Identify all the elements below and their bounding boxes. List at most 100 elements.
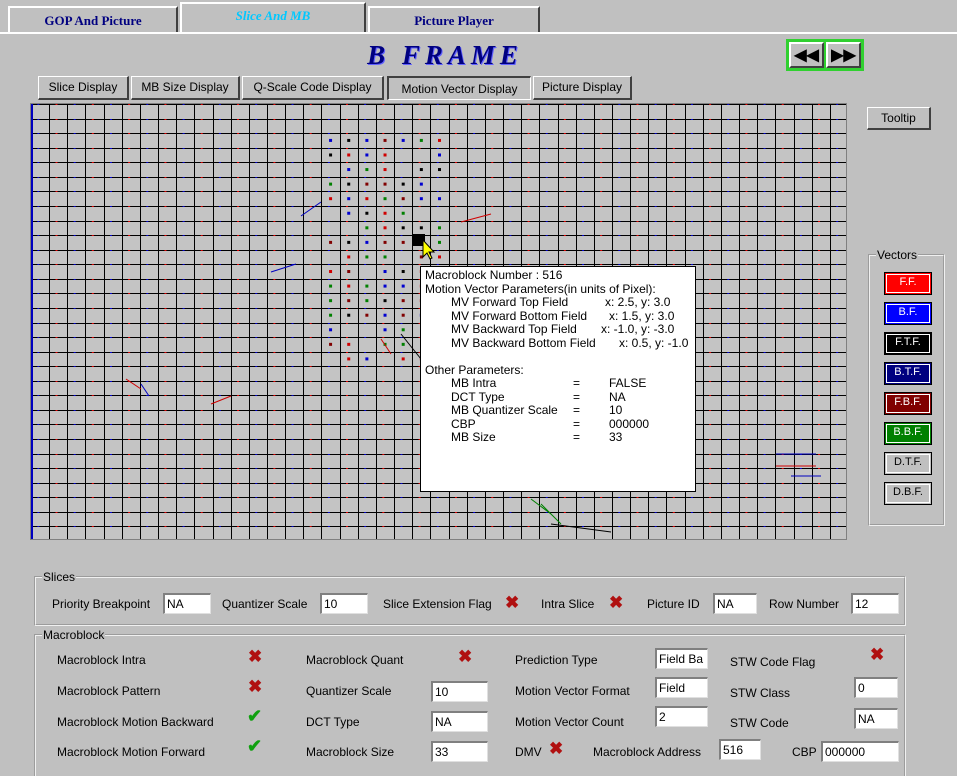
tab-slice-and-mb[interactable]: Slice And MB [180,2,366,32]
tooltip-param-value: FALSE [609,376,647,390]
mv-point [347,299,351,303]
stw-code-field[interactable]: NA [854,708,898,729]
dct-type-field[interactable]: NA [431,711,488,732]
mv-point [438,197,441,201]
mv-point [365,153,369,157]
slice-quantizer-scale-field[interactable]: 10 [320,593,368,614]
macroblock-address-field[interactable]: 516 [719,739,761,760]
dmv-cross-icon: ✖ [549,739,564,758]
mv-point [329,313,333,317]
forward-button[interactable]: ▶▶ [826,42,861,68]
mv-point [329,270,333,274]
mv-point [383,255,387,259]
mv-point [383,328,387,332]
mv-point [365,299,369,303]
tooltip-param-value: 000000 [609,416,650,431]
vectors-legend: Vectors [877,248,918,262]
row-number-field[interactable]: 12 [851,593,899,614]
tooltip-param-eq: = [573,376,581,390]
mv-point [401,284,405,288]
mv-point [365,138,369,142]
vector-type-button[interactable]: D.T.F. [884,452,932,475]
macroblock-motion-forward-check-icon: ✔ [247,736,263,756]
cbp-field[interactable]: 000000 [821,741,899,762]
vector-type-button[interactable]: F.T.F. [884,332,932,355]
mv-count-field[interactable]: 2 [655,706,708,727]
slice-quantizer-scale-label: Quantizer Scale [222,597,308,611]
tooltip-param-name: DCT Type [451,389,505,404]
mv-point [383,299,387,303]
mv-point [401,182,405,186]
tooltip-param-eq: = [573,430,581,444]
mv-point [419,226,423,230]
mv-point [401,240,405,244]
vector-type-button[interactable]: B.B.F. [884,422,932,445]
slice-display-button[interactable]: Slice Display [38,76,129,100]
motion-vector [460,213,492,223]
mv-point [383,182,387,186]
mv-format-field[interactable]: Field [655,677,708,698]
tab-divider [0,32,957,34]
motion-vector-display-button[interactable]: Motion Vector Display [387,76,531,100]
macroblock-legend: Macroblock [43,628,105,642]
macroblock-intra-label: Macroblock Intra [57,653,146,667]
mv-point [438,168,441,172]
mv-point [329,240,333,244]
rewind-button[interactable]: ◀◀ [789,42,824,68]
picture-id-field[interactable]: NA [713,593,757,614]
mv-point [401,197,405,201]
tab-gop-and-picture[interactable]: GOP And Picture [8,6,178,32]
tooltip-mb-number: Macroblock Number : 516 [425,268,563,282]
macroblock-address-label: Macroblock Address [593,745,702,759]
mv-point [347,342,351,346]
priority-breakpoint-field[interactable]: NA [163,593,211,614]
vector-type-button[interactable]: F.B.F. [884,392,932,415]
priority-breakpoint-label: Priority Breakpoint [52,597,151,611]
mv-point [347,138,351,142]
tooltip-button[interactable]: Tooltip [867,107,931,130]
macroblock-motion-backward-label: Macroblock Motion Backward [57,715,214,729]
mv-point [419,197,423,201]
mb-size-display-button[interactable]: MB Size Display [131,76,240,100]
mv-point [347,182,351,186]
stw-class-field[interactable]: 0 [854,677,898,698]
vector-type-button[interactable]: D.B.F. [884,482,932,505]
prediction-type-label: Prediction Type [515,653,598,667]
tooltip-param-value: 10 [609,403,623,417]
macroblock-size-label: Macroblock Size [306,745,395,759]
mv-point [329,342,333,346]
stw-code-label: STW Code [730,716,789,730]
q-scale-code-display-button[interactable]: Q-Scale Code Display [242,76,384,100]
mv-point [383,270,387,274]
vector-type-button[interactable]: F.F. [884,272,932,295]
prediction-type-field[interactable]: Field Ba [655,648,708,669]
tooltip-mv-value: x: 1.5, y: 3.0 [609,308,675,323]
mv-point [365,182,369,186]
mb-quantizer-scale-field[interactable]: 10 [431,681,488,702]
tooltip-param-name: MB Intra [451,376,497,390]
picture-display-button[interactable]: Picture Display [533,76,632,100]
tab-picture-player[interactable]: Picture Player [368,6,540,32]
tooltip-param-value: 33 [609,430,623,444]
mv-point [347,313,351,317]
tooltip-mv-value: x: -1.0, y: -3.0 [601,322,675,336]
motion-vector [550,523,612,533]
mv-point [383,211,387,215]
mv-point [365,197,369,201]
mb-quantizer-scale-label: Quantizer Scale [306,684,392,698]
mv-point [329,197,333,201]
macroblock-motion-forward-label: Macroblock Motion Forward [57,745,206,759]
vector-type-button[interactable]: B.T.F. [884,362,932,385]
mv-point [438,255,441,259]
macroblock-intra-cross-icon: ✖ [248,647,263,666]
mv-point [401,357,405,361]
vector-type-button[interactable]: B.F. [884,302,932,325]
macroblock-pattern-label: Macroblock Pattern [57,684,161,698]
mv-point [329,284,333,288]
tooltip-param-eq: = [573,416,581,431]
macroblock-size-field[interactable]: 33 [431,741,488,762]
macroblock-quant-cross-icon: ✖ [458,647,473,666]
rewind-icon: ◀◀ [794,47,819,64]
motion-vector [125,378,142,390]
tooltip-mv-name: MV Forward Top Field [451,295,569,309]
